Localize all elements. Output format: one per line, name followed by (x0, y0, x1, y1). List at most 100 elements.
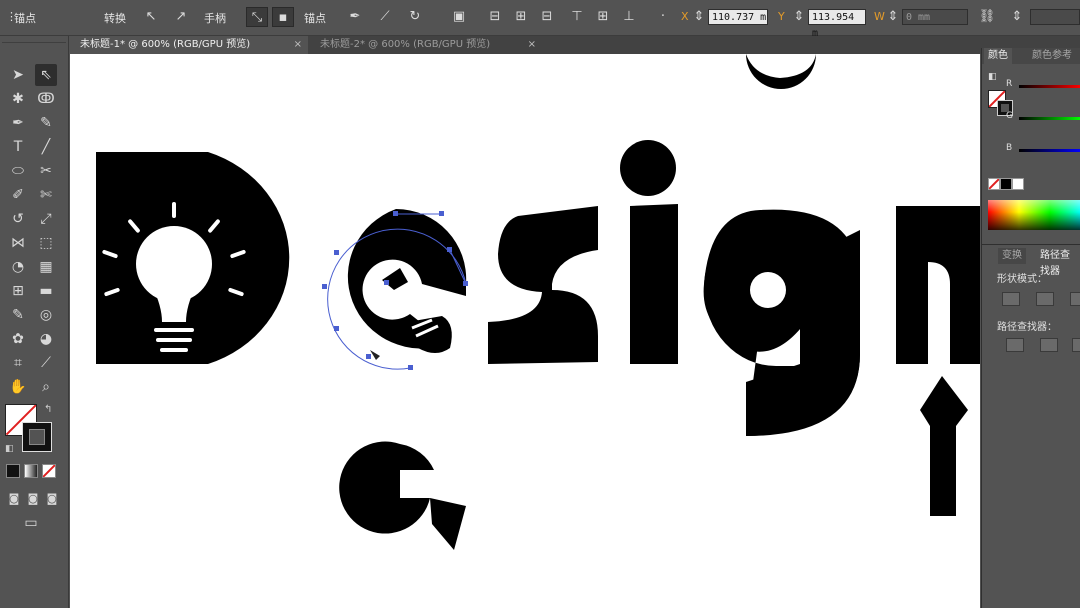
convert-to-smooth-icon[interactable]: ↗ (170, 7, 192, 27)
tab-pathfinder[interactable]: 路径查找器 (1036, 248, 1080, 277)
isolate-icon[interactable]: ▣ (448, 7, 470, 27)
g-slider[interactable] (1019, 117, 1080, 120)
intersect-icon[interactable] (1070, 292, 1080, 306)
h-stepper-icon[interactable]: ⇕ (1010, 7, 1024, 27)
perspective-grid-tool-icon[interactable]: ▦ (35, 256, 57, 278)
cut-path-icon[interactable]: ↻ (404, 7, 426, 27)
default-fill-stroke-icon[interactable]: ◧ (988, 72, 997, 82)
gradient-mode-icon[interactable] (24, 464, 38, 478)
tab-color[interactable]: 颜色 (984, 48, 1012, 64)
x-stepper-icon[interactable]: ⇕ (692, 7, 706, 27)
close-icon[interactable]: × (528, 36, 536, 54)
unite-icon[interactable] (1002, 292, 1020, 306)
r-label: R (1006, 79, 1013, 89)
column-graph-tool-icon[interactable]: ◕ (35, 328, 57, 350)
tab-document-2-label: 未标题-2* @ 600% (RGB/GPU 预览) (320, 39, 491, 50)
slice-tool-icon[interactable]: ⟋ (35, 352, 57, 374)
width-tool-icon[interactable]: ⋈ (7, 232, 29, 254)
w-field[interactable]: 0 mm (902, 9, 968, 25)
y-stepper-icon[interactable]: ⇕ (792, 7, 806, 27)
tab-color-guide[interactable]: 颜色参考 (1028, 48, 1076, 64)
mesh-tool-icon[interactable]: ⊞ (7, 280, 29, 302)
none-mode-icon[interactable] (42, 464, 56, 478)
direct-selection-tool-icon[interactable]: ⇖ (35, 64, 57, 86)
none-swatch[interactable] (988, 178, 1000, 190)
shape-modes-label: 形状模式： (997, 274, 1047, 285)
align-bottom-icon[interactable]: ⊥ (618, 7, 640, 27)
handles-label: 手柄 (204, 12, 226, 25)
w-prefix: W (874, 10, 885, 23)
tab-document-2[interactable]: 未标题-2* @ 600% (RGB/GPU 预览) × (310, 36, 542, 54)
align-hcenter-icon[interactable]: ⊞ (510, 7, 532, 27)
symbol-sprayer-tool-icon[interactable]: ✿ (7, 328, 29, 350)
r-slider[interactable] (1019, 85, 1080, 88)
letter-i[interactable] (630, 204, 678, 364)
scissors-tool-icon[interactable]: ✄ (35, 184, 57, 206)
white-swatch[interactable] (1012, 178, 1024, 190)
curvature-tool-icon[interactable]: ✎ (35, 112, 57, 134)
align-left-icon[interactable]: ⊟ (484, 7, 506, 27)
merge-icon[interactable] (1072, 338, 1080, 352)
screen-mode-icon[interactable]: ▭ (20, 512, 42, 534)
scale-tool-icon[interactable]: ⤢ (35, 208, 57, 230)
tab-color-label: 颜色 (988, 50, 1008, 61)
shape-builder-tool-icon[interactable]: ◔ (7, 256, 29, 278)
minus-front-icon[interactable] (1036, 292, 1054, 306)
tab-transform[interactable]: 变换 (998, 248, 1026, 264)
pathfinders-label: 路径查找器： (997, 322, 1057, 333)
eyedropper-tool-icon[interactable]: ✎ (7, 304, 29, 326)
tab-document-1-label: 未标题-1* @ 600% (RGB/GPU 预览) (80, 39, 251, 50)
artboard-canvas[interactable] (70, 54, 980, 608)
connect-endpoints-icon[interactable]: ⟋ (374, 7, 396, 27)
rotate-tool-icon[interactable]: ↺ (7, 208, 29, 230)
g-fragment-shape[interactable] (339, 441, 466, 550)
anchor-point-icon[interactable]: · (652, 7, 674, 27)
constrain-link-icon[interactable]: ⛓ (976, 7, 998, 27)
close-icon[interactable]: × (294, 36, 302, 54)
line-tool-icon[interactable]: ╱ (35, 136, 57, 158)
w-stepper-icon[interactable]: ⇕ (886, 7, 900, 27)
convert-to-corner-icon[interactable]: ↖ (140, 7, 162, 27)
align-vcenter-icon[interactable]: ⊞ (592, 7, 614, 27)
trim-icon[interactable] (1040, 338, 1058, 352)
draw-inside-icon[interactable]: ◙ (41, 488, 63, 510)
blend-tool-icon[interactable]: ◎ (35, 304, 57, 326)
magic-wand-tool-icon[interactable]: ✱ (7, 88, 29, 110)
hide-handles-icon[interactable]: ▪ (272, 7, 294, 27)
h-field[interactable] (1030, 9, 1080, 25)
direct-select-cursor-icon (370, 350, 380, 360)
b-slider[interactable] (1019, 149, 1080, 152)
stroke-swatch[interactable] (22, 422, 52, 452)
align-top-icon[interactable]: ⊤ (566, 7, 588, 27)
selection-tool-icon[interactable]: ➤ (7, 64, 29, 86)
tab-document-1[interactable]: 未标题-1* @ 600% (RGB/GPU 预览) × (70, 36, 308, 54)
color-mode-icon[interactable] (6, 464, 20, 478)
gradient-tool-icon[interactable]: ▬ (35, 280, 57, 302)
pen-tool-icon[interactable]: ✒ (7, 112, 29, 134)
black-swatch[interactable] (1000, 178, 1012, 190)
remove-anchor-icon[interactable]: ✒ (344, 7, 366, 27)
default-colors-icon[interactable]: ◧ (5, 444, 14, 454)
y-field[interactable]: 113.954 m (808, 9, 866, 39)
free-transform-tool-icon[interactable]: ⬚ (35, 232, 57, 254)
x-field[interactable]: 110.737 m (708, 9, 768, 25)
zoom-tool-icon[interactable]: ⌕ (35, 376, 57, 398)
divide-icon[interactable] (1006, 338, 1024, 352)
pencil-tool-icon[interactable]: ✐ (7, 184, 29, 206)
swap-fill-stroke-icon[interactable]: ↰ (44, 404, 52, 415)
scissors-tool-icon[interactable]: ✂ (35, 160, 57, 182)
hand-tool-icon[interactable]: ✋ (7, 376, 29, 398)
i-dot (620, 140, 676, 196)
convert-label: 转换 (104, 12, 126, 25)
tools-panel-grip[interactable] (2, 36, 66, 43)
arrow-shape[interactable] (920, 376, 968, 516)
ellipse-tool-icon[interactable]: ⬭ (7, 160, 29, 182)
show-handles-icon[interactable]: ⤡ (246, 7, 268, 27)
lasso-tool-icon[interactable]: ↂ (35, 88, 57, 110)
color-spectrum[interactable] (988, 200, 1080, 230)
artboard-tool-icon[interactable]: ⌗ (7, 352, 29, 374)
align-right-icon[interactable]: ⊟ (536, 7, 558, 27)
type-tool-icon[interactable]: T (7, 136, 29, 158)
letter-s[interactable] (488, 206, 598, 364)
letter-n[interactable] (896, 206, 980, 364)
